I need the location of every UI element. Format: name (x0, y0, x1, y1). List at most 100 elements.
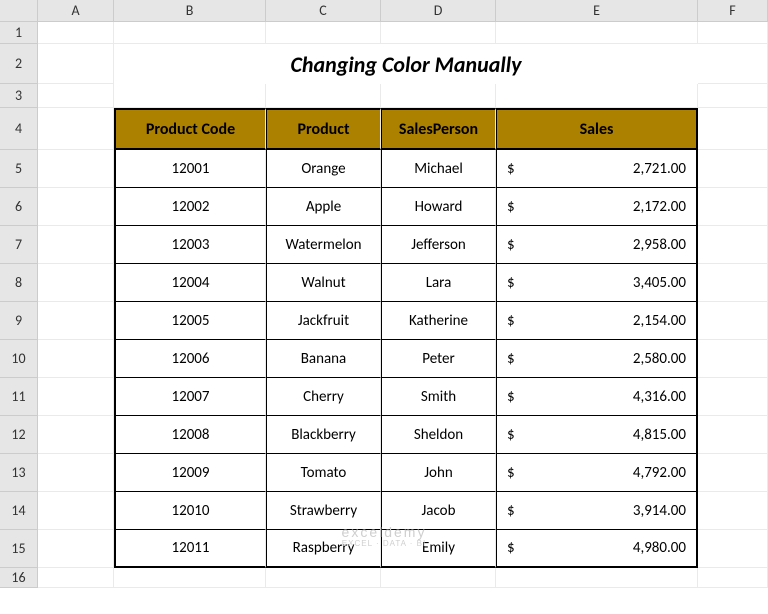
row-header-5[interactable]: 5 (0, 150, 38, 188)
table-row[interactable]: $4,316.00 (496, 378, 698, 416)
row-header-14[interactable]: 14 (0, 492, 38, 530)
cell-F11[interactable] (698, 378, 768, 416)
table-header-product[interactable]: Product (266, 108, 381, 150)
table-row[interactable]: $2,958.00 (496, 226, 698, 264)
table-row[interactable]: 12010 (114, 492, 266, 530)
col-header-B[interactable]: B (114, 0, 266, 22)
row-header-9[interactable]: 9 (0, 302, 38, 340)
cell-A14[interactable] (38, 492, 114, 530)
cell-F15[interactable] (698, 530, 768, 568)
cell-B1[interactable] (114, 22, 266, 44)
table-row[interactable]: 12004 (114, 264, 266, 302)
table-row[interactable]: Tomato (266, 454, 381, 492)
table-row[interactable]: Peter (381, 340, 496, 378)
table-row[interactable]: $3,405.00 (496, 264, 698, 302)
cell-F10[interactable] (698, 340, 768, 378)
table-row[interactable]: $2,154.00 (496, 302, 698, 340)
cell-E3[interactable] (496, 84, 698, 108)
cell-A2[interactable] (38, 44, 114, 84)
title-cell[interactable]: Changing Color Manually (114, 44, 698, 84)
table-row[interactable]: 12002 (114, 188, 266, 226)
table-row[interactable]: $4,815.00 (496, 416, 698, 454)
table-row[interactable]: Katherine (381, 302, 496, 340)
table-row[interactable]: John (381, 454, 496, 492)
table-row[interactable]: Banana (266, 340, 381, 378)
table-header-salesperson[interactable]: SalesPerson (381, 108, 496, 150)
cell-A11[interactable] (38, 378, 114, 416)
cell-D16[interactable] (381, 568, 496, 588)
row-header-1[interactable]: 1 (0, 22, 38, 44)
cell-A5[interactable] (38, 150, 114, 188)
cell-A7[interactable] (38, 226, 114, 264)
cell-F2[interactable] (698, 44, 768, 84)
row-header-8[interactable]: 8 (0, 264, 38, 302)
table-row[interactable]: $3,914.00 (496, 492, 698, 530)
table-row[interactable]: Apple (266, 188, 381, 226)
col-header-D[interactable]: D (381, 0, 496, 22)
col-header-A[interactable]: A (38, 0, 114, 22)
cell-A6[interactable] (38, 188, 114, 226)
row-header-13[interactable]: 13 (0, 454, 38, 492)
table-row[interactable]: 12011 (114, 530, 266, 568)
cell-A4[interactable] (38, 108, 114, 150)
cell-F6[interactable] (698, 188, 768, 226)
cell-F14[interactable] (698, 492, 768, 530)
cell-E16[interactable] (496, 568, 698, 588)
cell-F13[interactable] (698, 454, 768, 492)
table-row[interactable]: $4,792.00 (496, 454, 698, 492)
row-header-4[interactable]: 4 (0, 108, 38, 150)
cell-A10[interactable] (38, 340, 114, 378)
table-row[interactable]: Smith (381, 378, 496, 416)
table-row[interactable]: Watermelon (266, 226, 381, 264)
cell-A15[interactable] (38, 530, 114, 568)
cell-F4[interactable] (698, 108, 768, 150)
col-header-F[interactable]: F (698, 0, 768, 22)
cell-C3[interactable] (266, 84, 381, 108)
cell-A3[interactable] (38, 84, 114, 108)
cell-A9[interactable] (38, 302, 114, 340)
table-header-code[interactable]: Product Code (114, 108, 266, 150)
table-row[interactable]: Raspberry (266, 530, 381, 568)
table-row[interactable]: $2,580.00 (496, 340, 698, 378)
cell-B3[interactable] (114, 84, 266, 108)
table-row[interactable]: 12007 (114, 378, 266, 416)
cell-F12[interactable] (698, 416, 768, 454)
cell-B16[interactable] (114, 568, 266, 588)
table-header-sales[interactable]: Sales (496, 108, 698, 150)
cell-D3[interactable] (381, 84, 496, 108)
cell-E1[interactable] (496, 22, 698, 44)
cell-A16[interactable] (38, 568, 114, 588)
cell-C16[interactable] (266, 568, 381, 588)
table-row[interactable]: Strawberry (266, 492, 381, 530)
cell-F5[interactable] (698, 150, 768, 188)
table-row[interactable]: Lara (381, 264, 496, 302)
cell-A13[interactable] (38, 454, 114, 492)
row-header-12[interactable]: 12 (0, 416, 38, 454)
table-row[interactable]: Cherry (266, 378, 381, 416)
table-row[interactable]: $2,721.00 (496, 150, 698, 188)
row-header-2[interactable]: 2 (0, 44, 38, 84)
table-row[interactable]: Jackfruit (266, 302, 381, 340)
table-row[interactable]: Howard (381, 188, 496, 226)
table-row[interactable]: 12003 (114, 226, 266, 264)
select-all-corner[interactable] (0, 0, 38, 22)
table-row[interactable]: $2,172.00 (496, 188, 698, 226)
table-row[interactable]: Sheldon (381, 416, 496, 454)
table-row[interactable]: 12005 (114, 302, 266, 340)
col-header-E[interactable]: E (496, 0, 698, 22)
table-row[interactable]: 12008 (114, 416, 266, 454)
table-row[interactable]: $4,980.00 (496, 530, 698, 568)
cell-A1[interactable] (38, 22, 114, 44)
spreadsheet-grid[interactable]: A B C D E F 1 2 Changing Color Manually … (0, 0, 768, 588)
cell-A8[interactable] (38, 264, 114, 302)
cell-F9[interactable] (698, 302, 768, 340)
cell-F7[interactable] (698, 226, 768, 264)
table-row[interactable]: Michael (381, 150, 496, 188)
cell-A12[interactable] (38, 416, 114, 454)
row-header-6[interactable]: 6 (0, 188, 38, 226)
row-header-11[interactable]: 11 (0, 378, 38, 416)
col-header-C[interactable]: C (266, 0, 381, 22)
table-row[interactable]: 12009 (114, 454, 266, 492)
table-row[interactable]: Walnut (266, 264, 381, 302)
table-row[interactable]: Jefferson (381, 226, 496, 264)
